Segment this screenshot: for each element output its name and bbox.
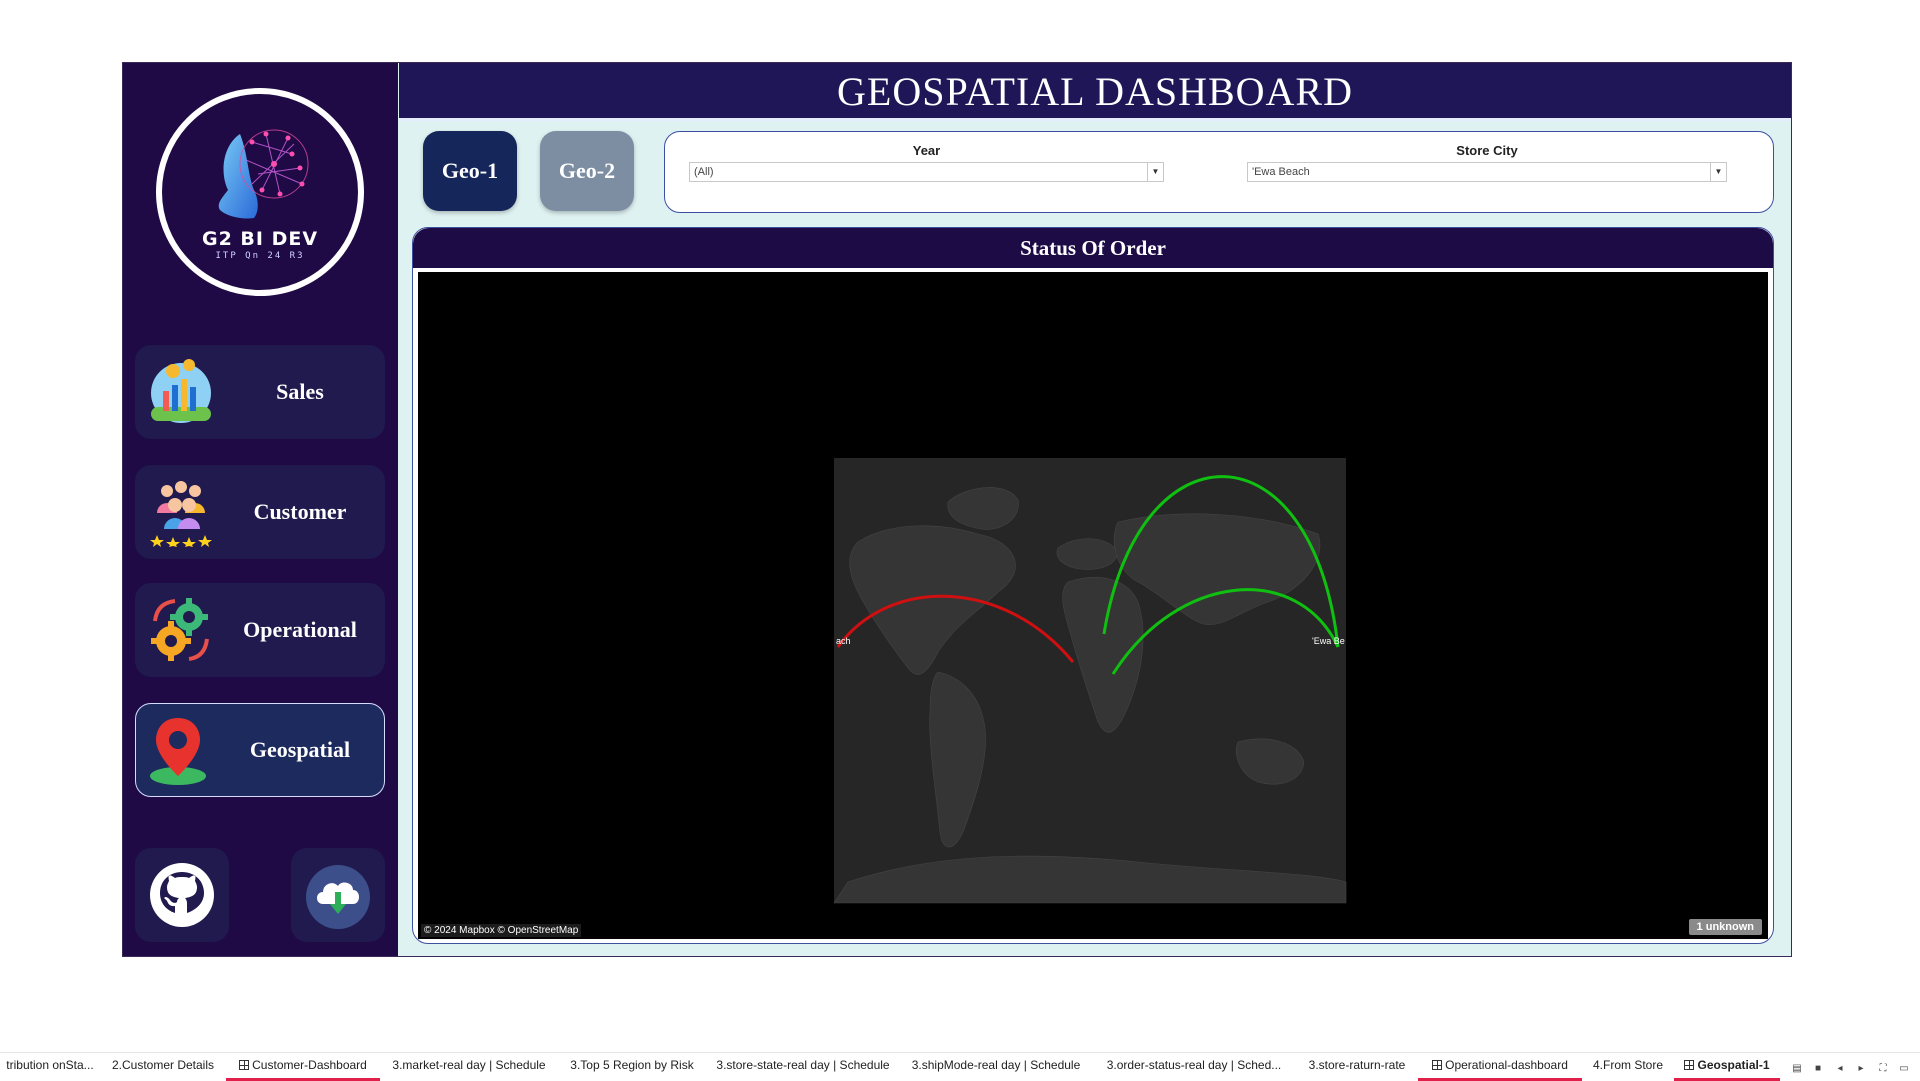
header-bar: GEOSPATIAL DASHBOARD — [399, 63, 1791, 121]
world-map — [833, 458, 1347, 904]
status-of-order-panel: Status Of Order ach 'Ewa Be © 2024 Mapbo… — [412, 227, 1774, 944]
github-button[interactable] — [135, 848, 229, 942]
filter-panel: Year (All) ▼ Store City 'Ewa Beach ▼ — [664, 131, 1774, 213]
cloud-download-icon — [306, 865, 370, 929]
dashboard-grid-icon — [1684, 1060, 1695, 1070]
sheet-tab-label: 3.store-state-real day | Schedule — [716, 1058, 890, 1072]
logo-subtext: ITP Qn 24 R3 — [215, 251, 305, 261]
sheet-tab[interactable]: 2.Customer Details — [100, 1053, 226, 1081]
dashboard-frame: G2 BI DEV ITP Qn 24 R3 Sales Customer Op… — [122, 62, 1792, 957]
sales-chart-icon — [151, 359, 211, 423]
store-city-filter-label: Store City — [1456, 143, 1518, 158]
sheet-tab-label: 2.Customer Details — [111, 1058, 215, 1072]
film-strip-view-icon[interactable]: ▤ — [1790, 1063, 1804, 1075]
tab-view-icon[interactable]: ■ — [1811, 1063, 1825, 1075]
nav-customer-label: Customer — [253, 499, 347, 524]
logo: G2 BI DEV ITP Qn 24 R3 — [156, 88, 364, 296]
nav-geospatial-label: Geospatial — [249, 737, 351, 762]
year-filter-value: (All) — [694, 166, 714, 178]
sheet-tab-label: 3.store-raturn-rate — [1308, 1058, 1406, 1072]
next-sheet-icon[interactable]: ▸ — [1854, 1063, 1868, 1075]
sheet-tab[interactable]: 3.shipMode-real day | Schedule — [900, 1053, 1092, 1081]
customer-group-icon — [150, 481, 212, 547]
map-label-left: ach — [836, 636, 851, 646]
sheet-tab[interactable]: 4.From Store — [1582, 1053, 1674, 1081]
fullscreen-icon[interactable]: ⛶ — [1876, 1063, 1890, 1075]
sheet-tab[interactable]: 3.market-real day | Schedule — [380, 1053, 558, 1081]
sheet-tab-label: 3.order-status-real day | Sched... — [1106, 1058, 1282, 1072]
dashboard-tab-label: Geospatial-1 — [1697, 1058, 1770, 1072]
unknown-locations-badge[interactable]: 1 unknown — [1688, 919, 1762, 935]
nav-sales-button[interactable]: Sales — [135, 345, 385, 439]
year-filter-dropdown[interactable]: (All) ▼ — [689, 162, 1164, 182]
sheet-tab-label: tribution onSta... — [6, 1058, 94, 1072]
presentation-icon[interactable]: ▭ — [1897, 1063, 1911, 1075]
nav-sales-label: Sales — [276, 379, 324, 404]
dashboard-grid-icon — [239, 1060, 250, 1070]
nav-operational-label: Operational — [243, 617, 357, 642]
github-icon — [150, 863, 214, 927]
map-title: Status Of Order — [413, 228, 1773, 268]
map-pin-icon — [150, 718, 206, 785]
map-attribution[interactable]: © 2024 Mapbox © OpenStreetMap — [421, 924, 582, 937]
dashboard-tab[interactable]: Operational-dashboard — [1418, 1053, 1582, 1081]
previous-sheet-icon[interactable]: ◂ — [1833, 1063, 1847, 1075]
page-title: GEOSPATIAL DASHBOARD — [837, 69, 1353, 114]
sheet-tab[interactable]: 3.order-status-real day | Sched... — [1092, 1053, 1296, 1081]
year-filter-label: Year — [912, 143, 941, 158]
sheet-tab-label: 3.shipMode-real day | Schedule — [911, 1058, 1081, 1072]
sheet-tab[interactable]: 3.store-state-real day | Schedule — [706, 1053, 900, 1081]
dashboard-tab-label: Customer-Dashboard — [252, 1058, 367, 1072]
sheet-tab[interactable]: tribution onSta... — [0, 1053, 100, 1081]
sheet-tab[interactable]: 3.store-raturn-rate — [1296, 1053, 1418, 1081]
sheet-tab-bar: tribution onSta... 2.Customer Details Cu… — [0, 1052, 1920, 1081]
store-city-filter-value: 'Ewa Beach — [1252, 166, 1310, 178]
geo-2-button[interactable]: Geo-2 — [540, 131, 634, 211]
nav-geospatial-button[interactable]: Geospatial — [135, 703, 385, 797]
download-button[interactable] — [291, 848, 385, 942]
dashboard-tab-label: Operational-dashboard — [1445, 1058, 1568, 1072]
dashboard-tab[interactable]: Customer-Dashboard — [226, 1053, 380, 1081]
chevron-down-icon: ▼ — [1710, 163, 1726, 181]
dashboard-grid-icon — [1432, 1060, 1443, 1070]
gears-icon — [151, 598, 209, 661]
sidebar: G2 BI DEV ITP Qn 24 R3 Sales Customer Op… — [123, 63, 398, 956]
dashboard-tab-active[interactable]: Geospatial-1 — [1674, 1053, 1780, 1081]
geo-1-button[interactable]: Geo-1 — [423, 131, 517, 211]
sheet-tab-label: 4.From Store — [1592, 1058, 1664, 1072]
map-label-right: 'Ewa Be — [1312, 636, 1345, 646]
nav-operational-button[interactable]: Operational — [135, 583, 385, 677]
sheet-tab-label: 3.market-real day | Schedule — [392, 1058, 546, 1072]
chevron-down-icon: ▼ — [1147, 163, 1163, 181]
sheet-tab-label: 3.Top 5 Region by Risk — [570, 1058, 694, 1072]
order-status-map[interactable]: ach 'Ewa Be © 2024 Mapbox © OpenStreetMa… — [418, 272, 1768, 939]
logo-text: G2 BI DEV — [201, 228, 319, 250]
nav-customer-button[interactable]: Customer — [135, 465, 385, 559]
store-city-filter-dropdown[interactable]: 'Ewa Beach ▼ — [1247, 162, 1727, 182]
sheet-tab[interactable]: 3.Top 5 Region by Risk — [558, 1053, 706, 1081]
